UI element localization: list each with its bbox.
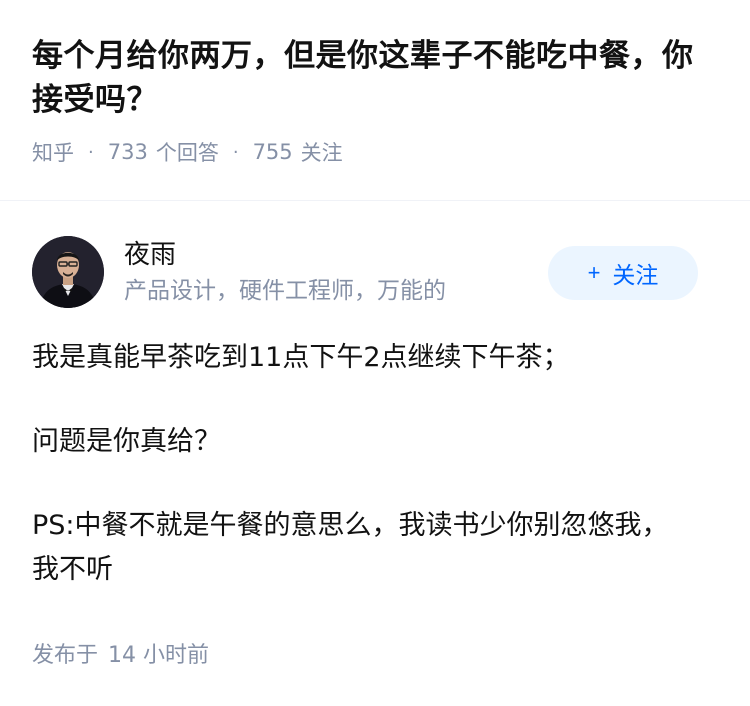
question-header: 每个月给你两万，但是你这辈子不能吃中餐，你接受吗？ 知乎 · 733 个回答 ·… <box>0 0 750 168</box>
follow-count[interactable]: 755 <box>253 140 293 164</box>
answer-paragraph: 问题是你真给？ <box>32 426 221 457</box>
meta-separator: · <box>88 141 94 163</box>
follow-count-label[interactable]: 关注 <box>301 137 343 167</box>
site-name[interactable]: 知乎 <box>32 137 74 167</box>
question-meta: 知乎 · 733 个回答 · 755 关注 <box>32 136 718 168</box>
answer-count-label[interactable]: 个回答 <box>156 137 219 167</box>
author-name[interactable]: 夜雨 <box>124 238 176 272</box>
answer-paragraph: PS:中餐不就是午餐的意思么，我读书少你别忽悠我，我不听 <box>32 510 669 585</box>
author-row: 夜雨 产品设计，硬件工程师，万能的 + 关注 <box>32 236 718 308</box>
answer-content: 我是真能早茶吃到11点下午2点继续下午茶； 问题是你真给？ PS:中餐不就是午餐… <box>32 336 692 632</box>
avatar[interactable] <box>32 236 104 308</box>
avatar-photo-icon <box>32 236 104 308</box>
plus-icon: + <box>587 260 601 285</box>
meta-separator: · <box>232 141 239 163</box>
publish-time-value: 14 小时前 <box>108 643 210 668</box>
follow-button-label: 关注 <box>612 262 659 288</box>
answer-count[interactable]: 733 <box>108 140 148 164</box>
answer-paragraph: 我是真能早茶吃到11点下午2点继续下午茶； <box>32 342 570 373</box>
follow-button[interactable]: + 关注 <box>548 246 698 300</box>
publish-time: 发布于 14 小时前 <box>32 637 209 669</box>
author-description: 产品设计，硬件工程师，万能的 <box>124 278 446 304</box>
question-title[interactable]: 每个月给你两万，但是你这辈子不能吃中餐，你接受吗？ <box>32 34 718 122</box>
publish-label: 发布于 <box>32 643 99 668</box>
section-divider <box>0 200 750 201</box>
